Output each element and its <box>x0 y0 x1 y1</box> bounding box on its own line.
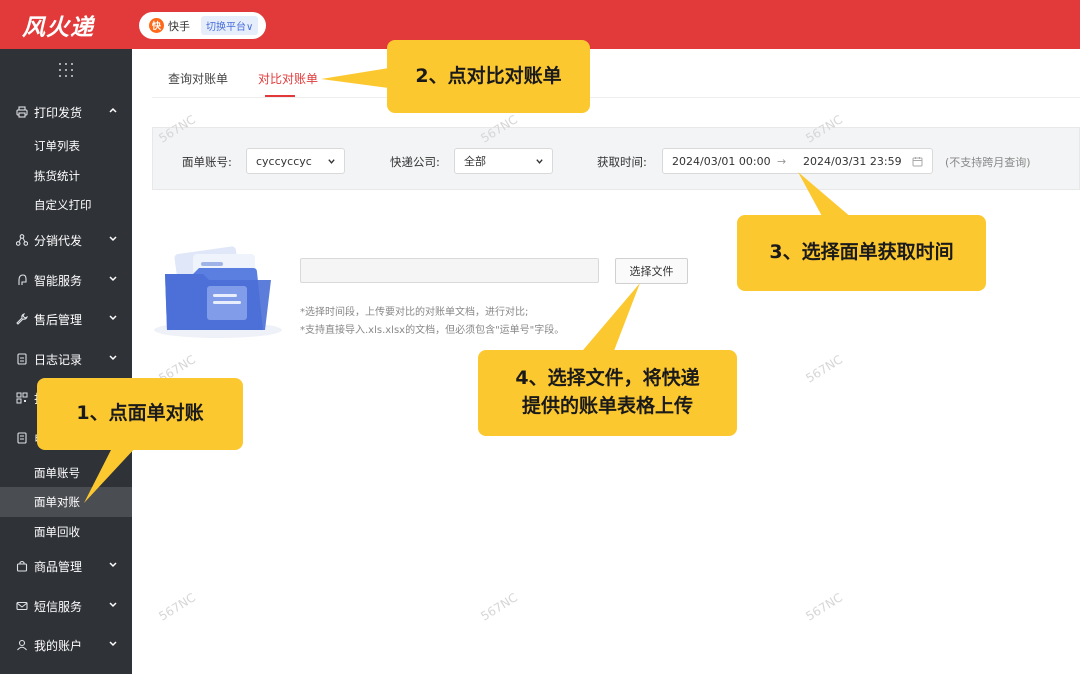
smart-icon <box>16 274 28 286</box>
watermark: 567NC <box>803 352 845 386</box>
sidebar-group-label: 分销代发 <box>34 233 83 248</box>
company-value: 全部 <box>464 155 486 168</box>
account-label: 面单账号: <box>182 155 232 169</box>
callout-step-1: 1、点面单对账 <box>37 378 243 450</box>
apps-grid-icon[interactable] <box>58 62 74 78</box>
chevron-down-icon <box>109 602 117 608</box>
mail-icon <box>16 600 28 612</box>
callout-step-3: 3、选择面单获取时间 <box>737 215 986 291</box>
sidebar-group-products[interactable]: 商品管理 <box>0 546 132 586</box>
printer-icon <box>16 106 28 118</box>
sidebar-group-logs[interactable]: 日志记录 <box>0 339 132 379</box>
doc-icon <box>16 432 28 444</box>
user-icon <box>16 639 28 651</box>
tab-query-statement[interactable]: 查询对账单 <box>168 70 228 87</box>
date-separator-arrow: → <box>777 155 787 168</box>
sidebar-group-print[interactable]: 打印发货 <box>0 92 132 132</box>
callout-pointer-4 <box>578 283 640 356</box>
watermark: 567NC <box>803 590 845 624</box>
chevron-up-icon <box>109 107 117 113</box>
platform-name: 快手 <box>168 19 190 33</box>
chevron-down-icon <box>109 315 117 321</box>
wrench-icon <box>16 313 28 325</box>
chevron-down-icon <box>109 236 117 242</box>
callout-step-4: 4、选择文件，将快递 提供的账单表格上传 <box>478 350 737 436</box>
chevron-down-icon <box>109 355 117 361</box>
sidebar-group-label: 我的账户 <box>34 638 83 653</box>
sidebar-item-waybill-account[interactable]: 面单账号 <box>0 458 132 488</box>
sidebar-item-waybill-recycle[interactable]: 面单回收 <box>0 517 132 547</box>
choose-file-button[interactable]: 选择文件 <box>615 258 688 284</box>
kuaishou-icon: 快 <box>149 18 164 33</box>
log-icon <box>16 353 28 365</box>
upload-note-2: *支持直接导入.xls.xlsx的文档，但必须包含"运单号"字段。 <box>300 325 565 336</box>
scan-icon <box>16 392 28 404</box>
sidebar-item-picking-stats[interactable]: 拣货统计 <box>0 161 132 191</box>
sidebar-item-waybill-reconcile[interactable]: 面单对账 <box>0 487 132 517</box>
chevron-down-icon <box>109 276 117 282</box>
sidebar-group-label: 日志记录 <box>34 352 83 367</box>
chevron-down-icon <box>109 641 117 647</box>
share-icon <box>16 234 28 246</box>
callout-step-2: 2、点对比对账单 <box>387 40 590 113</box>
bag-icon <box>16 560 28 572</box>
tab-compare-statement[interactable]: 对比对账单 <box>258 70 318 87</box>
watermark: 567NC <box>156 590 198 624</box>
account-select[interactable]: cyccyccyc <box>246 148 345 174</box>
sidebar-group-account[interactable]: 我的账户 <box>0 625 132 665</box>
chevron-down-icon <box>109 562 117 568</box>
sidebar-group-label: 售后管理 <box>34 312 83 327</box>
calendar-icon[interactable] <box>912 156 923 167</box>
platform-switcher[interactable]: 快 快手 切换平台∨ <box>139 12 266 39</box>
date-range-picker[interactable]: 2024/03/01 00:00 → 2024/03/31 23:59 <box>662 148 933 174</box>
callout-step-4-line-2: 提供的账单表格上传 <box>521 395 693 417</box>
sidebar-group-label: 短信服务 <box>34 599 83 614</box>
app-logo[interactable]: 风火递 <box>22 8 94 42</box>
upload-note-1: *选择时间段，上传要对比的对账单文档，进行对比; <box>300 307 529 318</box>
sidebar-item-custom-print[interactable]: 自定义打印 <box>0 190 132 220</box>
chevron-down-icon <box>328 159 335 164</box>
account-value: cyccyccyc <box>256 154 312 168</box>
active-tab-indicator <box>265 95 295 97</box>
company-select[interactable]: 全部 <box>454 148 553 174</box>
tab-bar: 查询对账单 对比对账单 <box>152 62 1080 98</box>
cross-month-hint: (不支持跨月查询) <box>945 156 1031 169</box>
sidebar-group-label: 打印发货 <box>34 105 83 120</box>
sidebar-item-order-list[interactable]: 订单列表 <box>0 131 132 161</box>
chevron-down-icon <box>536 159 543 164</box>
time-label: 获取时间: <box>597 155 647 169</box>
sidebar: 打印发货 订单列表 拣货统计 自定义打印 分销代发 智能服务 售后管理 日志记录… <box>0 49 132 674</box>
company-label: 快递公司: <box>390 155 440 169</box>
sidebar-group-label: 智能服务 <box>34 273 83 288</box>
folder-illustration-icon <box>154 246 282 338</box>
file-path-input[interactable] <box>300 258 599 283</box>
watermark: 567NC <box>478 590 520 624</box>
sidebar-group-smart[interactable]: 智能服务 <box>0 260 132 300</box>
sidebar-group-aftersale[interactable]: 售后管理 <box>0 299 132 339</box>
filter-bar: 面单账号: cyccyccyc 快递公司: 全部 获取时间: 2024/03/0… <box>152 127 1080 190</box>
date-start[interactable]: 2024/03/01 00:00 <box>672 155 771 168</box>
sidebar-group-label: 商品管理 <box>34 559 83 574</box>
callout-step-4-line-1: 4、选择文件，将快递 <box>515 367 700 390</box>
date-end[interactable]: 2024/03/31 23:59 <box>803 155 902 168</box>
sidebar-group-sms[interactable]: 短信服务 <box>0 586 132 626</box>
sidebar-group-distribution[interactable]: 分销代发 <box>0 220 132 260</box>
switch-platform-button[interactable]: 切换平台∨ <box>201 16 259 35</box>
